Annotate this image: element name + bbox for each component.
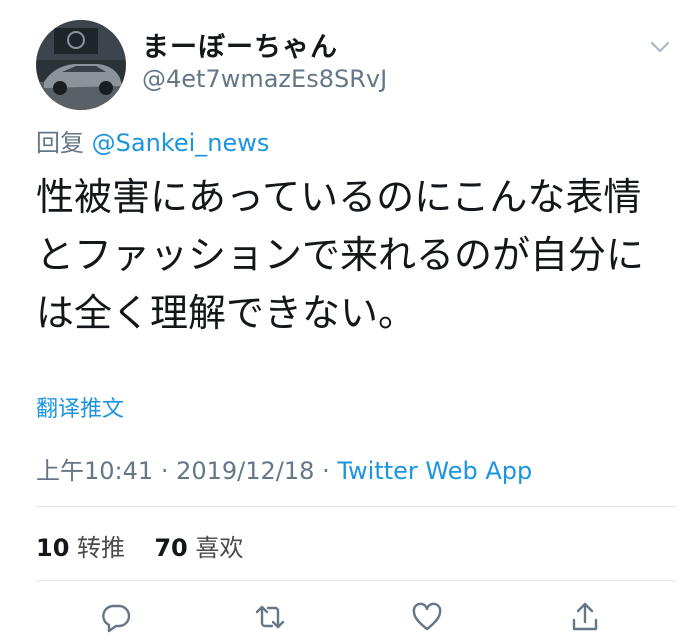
reply-button[interactable] [99,600,133,634]
tweet-time[interactable]: 上午10:41 [36,457,153,485]
divider [36,580,676,581]
retweet-count-number: 10 [36,534,70,562]
retweet-count[interactable]: 10 转推 [36,534,133,562]
translate-tweet-link[interactable]: 翻译推文 [36,391,124,423]
user-handle[interactable]: @4et7wmazEs8SRvJ [142,65,387,93]
meta-separator: · [160,457,169,485]
avatar-image [36,20,126,110]
share-icon [572,602,598,631]
tweet-line: 性被害にあっているのにこんな表情 [36,175,642,219]
reply-prefix: 回复 [36,129,84,157]
meta-separator: · [322,457,330,485]
tweet-source-link[interactable]: Twitter Web App [337,457,532,485]
like-button[interactable] [410,600,444,634]
tweet-line: は全く理解できない。 [36,291,417,335]
retweet-count-label: 转推 [77,534,126,562]
divider [36,506,676,507]
retweet-icon [255,605,285,629]
tweet-meta: 上午10:41 · 2019/12/18 · Twitter Web App [36,451,532,486]
avatar[interactable] [36,20,126,110]
like-count-number: 70 [154,534,188,562]
like-count[interactable]: 70 喜欢 [154,534,243,562]
share-button[interactable] [568,600,602,634]
tweet-stats: 10 转推 70 喜欢 [36,528,243,563]
reply-mention-link[interactable]: @Sankei_news [92,129,270,157]
tweet-text: 性被害にあっているのにこんな表情 とファッションで来れるのが自分に は全く理解で… [36,168,686,342]
like-count-label: 喜欢 [195,534,244,562]
reply-icon [102,604,131,633]
tweet-line: とファッションで来れるのが自分に [36,233,645,277]
replying-to: 回复 @Sankei_news [36,123,269,158]
tweet-date[interactable]: 2019/12/18 [176,457,314,485]
display-name[interactable]: まーぼーちゃん [142,25,338,64]
like-icon [412,602,442,631]
chevron-down-icon [650,41,670,53]
retweet-button[interactable] [253,600,287,634]
more-options-button[interactable] [646,36,674,58]
